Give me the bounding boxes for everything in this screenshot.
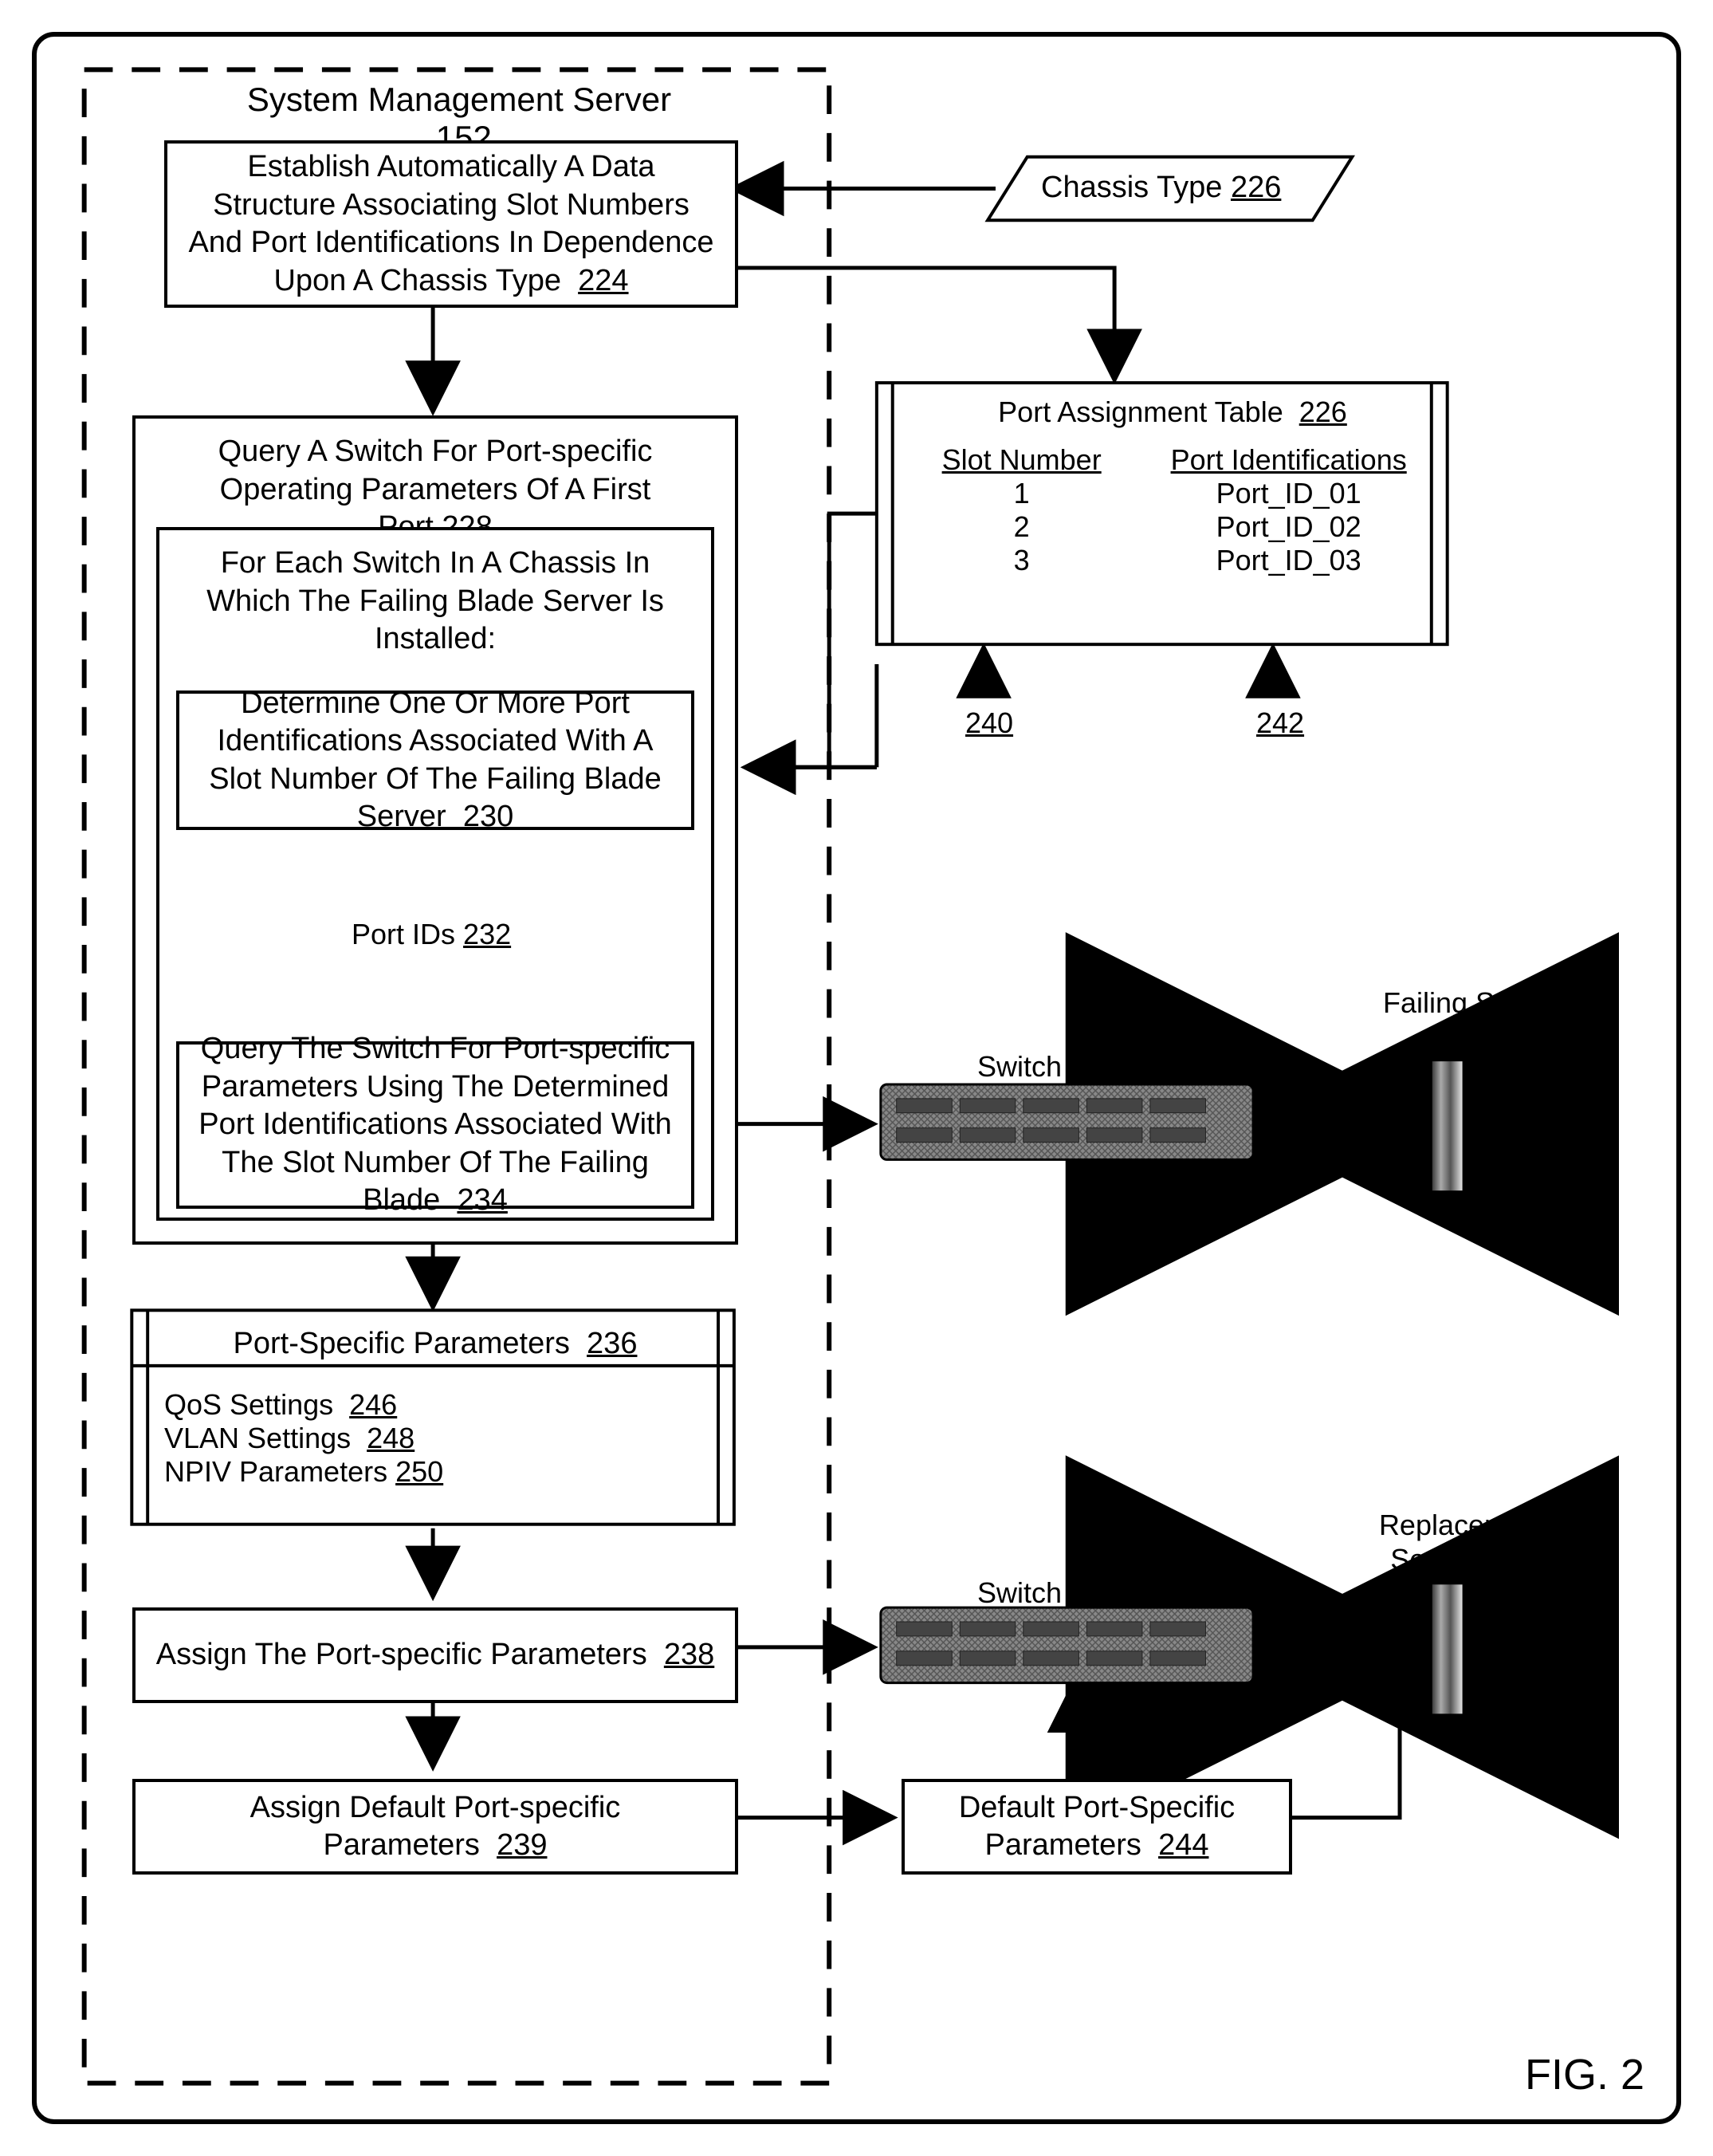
port-specific-parameters-header: Port-Specific Parameters 236 bbox=[160, 1327, 710, 1361]
switch-218-graphic bbox=[881, 1607, 1253, 1682]
row2-slot: 2 bbox=[906, 510, 1137, 544]
replacement-server-label: Replacement Server 114 bbox=[1344, 1508, 1583, 1576]
box-assign-port-params: Assign The Port-specific Parameters 238 bbox=[132, 1607, 738, 1703]
qos-ref: 246 bbox=[349, 1388, 397, 1421]
figure-label: FIG. 2 bbox=[1525, 2050, 1644, 2099]
failing-server-graphic bbox=[1432, 1060, 1464, 1191]
s219-ref: 219 bbox=[1070, 1050, 1118, 1083]
npiv-ref: 250 bbox=[395, 1455, 443, 1488]
box-determine-port-ids: Determine One Or More Port Identificatio… bbox=[176, 690, 694, 830]
row1-slot: 1 bbox=[906, 477, 1137, 510]
replacement-server-graphic bbox=[1432, 1584, 1464, 1714]
box-230-text: Determine One Or More Port Identificatio… bbox=[209, 687, 661, 834]
row1-port: Port_ID_01 bbox=[1137, 477, 1440, 510]
b238-ref: 238 bbox=[664, 1638, 714, 1671]
col1-header: Slot Number bbox=[906, 443, 1137, 477]
row2-port: Port_ID_02 bbox=[1137, 510, 1440, 544]
col2-header: Port Identifications bbox=[1137, 443, 1440, 477]
failing-ref: 108 bbox=[1448, 1021, 1495, 1053]
vlan-ref: 248 bbox=[367, 1422, 414, 1454]
box-query-switch-params: Query The Switch For Port-specific Param… bbox=[176, 1041, 694, 1209]
diagram-canvas: System Management Server 152 Establish A… bbox=[32, 32, 1681, 2124]
params-list: QoS Settings 246 VLAN Settings 248 NPIV … bbox=[164, 1388, 443, 1489]
box-234-text: Query The Switch For Port-specific Param… bbox=[198, 1032, 672, 1217]
s218-ref: 218 bbox=[1070, 1576, 1118, 1609]
b244-ref: 244 bbox=[1158, 1828, 1208, 1862]
b239-ref: 239 bbox=[497, 1828, 547, 1862]
s218-text: Switch bbox=[977, 1576, 1062, 1609]
failing-text: Failing Server bbox=[1383, 986, 1560, 1019]
switch-219-graphic bbox=[881, 1084, 1253, 1159]
b236-ref: 236 bbox=[587, 1327, 637, 1360]
chassis-type-text: Chassis Type bbox=[1041, 171, 1222, 204]
port-ids-label: Port IDs 232 bbox=[352, 918, 511, 951]
port-ids-text: Port IDs bbox=[352, 918, 455, 950]
ref-242: 242 bbox=[1256, 706, 1304, 740]
box-230-ref: 230 bbox=[463, 800, 513, 833]
switch-219-label: Switch 219 bbox=[977, 1049, 1118, 1084]
npiv-text: NPIV Parameters bbox=[164, 1455, 387, 1488]
port-table-title: Port Assignment Table bbox=[998, 395, 1283, 428]
port-table-ref: 226 bbox=[1299, 395, 1347, 428]
port-assignment-table: Port Assignment Table 226 Slot Number 1 … bbox=[906, 395, 1440, 577]
box-224-text: Establish Automatically A Data Structure… bbox=[188, 150, 713, 297]
replacement-ref: 114 bbox=[1491, 1543, 1536, 1576]
box-establish-data-structure: Establish Automatically A Data Structure… bbox=[164, 140, 738, 308]
server-title-text: System Management Server bbox=[247, 81, 671, 118]
box-default-port-params: Default Port-Specific Parameters 244 bbox=[902, 1779, 1292, 1875]
s219-text: Switch bbox=[977, 1050, 1062, 1083]
box-assign-default-params: Assign Default Port-specific Parameters … bbox=[132, 1779, 738, 1875]
chassis-type-label: Chassis Type 226 bbox=[1041, 171, 1281, 205]
box-224-ref: 224 bbox=[578, 264, 628, 297]
failing-server-label: Failing Server108 bbox=[1368, 986, 1575, 1054]
b239-text: Assign Default Port-specific Parameters bbox=[250, 1791, 621, 1863]
b236-text: Port-Specific Parameters bbox=[234, 1327, 570, 1360]
loop-header-text: For Each Switch In A Chassis In Which Th… bbox=[175, 545, 695, 659]
box-234-ref: 234 bbox=[457, 1183, 507, 1217]
ref-240: 240 bbox=[965, 706, 1013, 740]
qos-text: QoS Settings bbox=[164, 1388, 333, 1421]
switch-218-label: Switch 218 bbox=[977, 1576, 1118, 1610]
row3-slot: 3 bbox=[906, 544, 1137, 577]
chassis-type-ref: 226 bbox=[1231, 171, 1281, 204]
b238-text: Assign The Port-specific Parameters bbox=[156, 1638, 647, 1671]
vlan-text: VLAN Settings bbox=[164, 1422, 351, 1454]
port-ids-ref: 232 bbox=[463, 918, 511, 950]
row3-port: Port_ID_03 bbox=[1137, 544, 1440, 577]
